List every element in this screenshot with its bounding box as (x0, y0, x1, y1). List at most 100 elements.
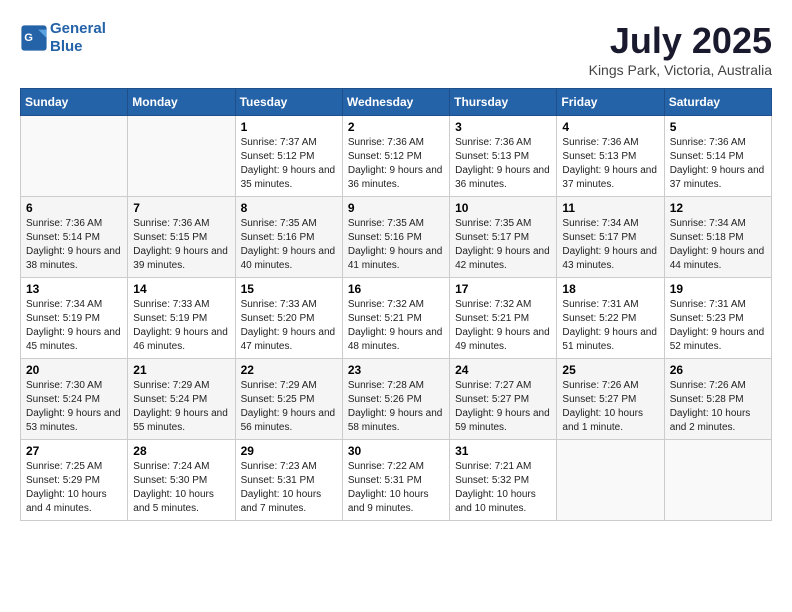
calendar-cell (21, 116, 128, 197)
day-number: 7 (133, 201, 229, 215)
day-number: 19 (670, 282, 766, 296)
day-number: 13 (26, 282, 122, 296)
logo: G General Blue (20, 20, 106, 56)
day-detail: Sunrise: 7:32 AMSunset: 5:21 PMDaylight:… (455, 298, 551, 354)
day-detail: Sunrise: 7:36 AMSunset: 5:12 PMDaylight:… (348, 136, 444, 192)
day-number: 4 (562, 120, 658, 134)
calendar-cell (557, 440, 664, 521)
day-number: 31 (455, 444, 551, 458)
day-number: 3 (455, 120, 551, 134)
day-detail: Sunrise: 7:35 AMSunset: 5:17 PMDaylight:… (455, 217, 551, 273)
calendar-table: SundayMondayTuesdayWednesdayThursdayFrid… (20, 88, 772, 521)
day-number: 11 (562, 201, 658, 215)
calendar-cell: 17 Sunrise: 7:32 AMSunset: 5:21 PMDayligh… (450, 278, 557, 359)
day-number: 15 (241, 282, 337, 296)
day-number: 16 (348, 282, 444, 296)
calendar-cell: 24 Sunrise: 7:27 AMSunset: 5:27 PMDayligh… (450, 359, 557, 440)
weekday-header-sunday: Sunday (21, 89, 128, 116)
location-subtitle: Kings Park, Victoria, Australia (589, 62, 772, 78)
day-detail: Sunrise: 7:30 AMSunset: 5:24 PMDaylight:… (26, 379, 122, 435)
calendar-week-2: 6 Sunrise: 7:36 AMSunset: 5:14 PMDaylight… (21, 197, 772, 278)
logo-text-general: General (50, 20, 106, 37)
day-detail: Sunrise: 7:26 AMSunset: 5:28 PMDaylight:… (670, 379, 766, 435)
day-number: 23 (348, 363, 444, 377)
day-detail: Sunrise: 7:23 AMSunset: 5:31 PMDaylight:… (241, 460, 337, 516)
day-number: 1 (241, 120, 337, 134)
day-detail: Sunrise: 7:22 AMSunset: 5:31 PMDaylight:… (348, 460, 444, 516)
day-detail: Sunrise: 7:34 AMSunset: 5:19 PMDaylight:… (26, 298, 122, 354)
calendar-cell: 26 Sunrise: 7:26 AMSunset: 5:28 PMDayligh… (664, 359, 771, 440)
calendar-cell: 5Sunrise: 7:36 AMSunset: 5:14 PMDaylight… (664, 116, 771, 197)
calendar-cell: 3Sunrise: 7:36 AMSunset: 5:13 PMDaylight… (450, 116, 557, 197)
calendar-cell: 7Sunrise: 7:36 AMSunset: 5:15 PMDaylight… (128, 197, 235, 278)
weekday-header-wednesday: Wednesday (342, 89, 449, 116)
calendar-cell: 20 Sunrise: 7:30 AMSunset: 5:24 PMDayligh… (21, 359, 128, 440)
day-number: 5 (670, 120, 766, 134)
day-detail: Sunrise: 7:33 AMSunset: 5:19 PMDaylight:… (133, 298, 229, 354)
calendar-cell: 22Sunrise: 7:29 AMSunset: 5:25 PMDayligh… (235, 359, 342, 440)
day-detail: Sunrise: 7:29 AMSunset: 5:24 PMDaylight:… (133, 379, 229, 435)
weekday-header-friday: Friday (557, 89, 664, 116)
day-number: 27 (26, 444, 122, 458)
day-number: 29 (241, 444, 337, 458)
calendar-cell: 27Sunrise: 7:25 AMSunset: 5:29 PMDayligh… (21, 440, 128, 521)
svg-text:G: G (24, 32, 33, 44)
day-detail: Sunrise: 7:36 AMSunset: 5:14 PMDaylight:… (26, 217, 122, 273)
day-number: 12 (670, 201, 766, 215)
day-number: 21 (133, 363, 229, 377)
calendar-cell: 30 Sunrise: 7:22 AMSunset: 5:31 PMDayligh… (342, 440, 449, 521)
weekday-header-monday: Monday (128, 89, 235, 116)
day-detail: Sunrise: 7:34 AMSunset: 5:18 PMDaylight:… (670, 217, 766, 273)
calendar-week-5: 27Sunrise: 7:25 AMSunset: 5:29 PMDayligh… (21, 440, 772, 521)
weekday-header-saturday: Saturday (664, 89, 771, 116)
weekday-header-row: SundayMondayTuesdayWednesdayThursdayFrid… (21, 89, 772, 116)
calendar-cell (664, 440, 771, 521)
month-title: July 2025 (589, 20, 772, 62)
day-detail: Sunrise: 7:31 AMSunset: 5:22 PMDaylight:… (562, 298, 658, 354)
day-number: 24 (455, 363, 551, 377)
day-number: 17 (455, 282, 551, 296)
page-header: G General Blue July 2025 Kings Park, Vic… (20, 20, 772, 78)
calendar-cell: 23Sunrise: 7:28 AMSunset: 5:26 PMDayligh… (342, 359, 449, 440)
day-number: 6 (26, 201, 122, 215)
calendar-cell: 18 Sunrise: 7:31 AMSunset: 5:22 PMDayligh… (557, 278, 664, 359)
day-detail: Sunrise: 7:31 AMSunset: 5:23 PMDaylight:… (670, 298, 766, 354)
day-detail: Sunrise: 7:37 AMSunset: 5:12 PMDaylight:… (241, 136, 337, 192)
calendar-body: 1 Sunrise: 7:37 AMSunset: 5:12 PMDaylight… (21, 116, 772, 521)
calendar-cell: 4 Sunrise: 7:36 AMSunset: 5:13 PMDaylight… (557, 116, 664, 197)
calendar-cell: 19 Sunrise: 7:31 AMSunset: 5:23 PMDayligh… (664, 278, 771, 359)
title-block: July 2025 Kings Park, Victoria, Australi… (589, 20, 772, 78)
day-number: 28 (133, 444, 229, 458)
calendar-cell (128, 116, 235, 197)
day-number: 8 (241, 201, 337, 215)
day-number: 9 (348, 201, 444, 215)
calendar-week-3: 13 Sunrise: 7:34 AMSunset: 5:19 PMDayligh… (21, 278, 772, 359)
day-number: 22 (241, 363, 337, 377)
calendar-cell: 11 Sunrise: 7:34 AMSunset: 5:17 PMDayligh… (557, 197, 664, 278)
day-detail: Sunrise: 7:21 AMSunset: 5:32 PMDaylight:… (455, 460, 551, 516)
day-detail: Sunrise: 7:33 AMSunset: 5:20 PMDaylight:… (241, 298, 337, 354)
weekday-header-tuesday: Tuesday (235, 89, 342, 116)
day-detail: Sunrise: 7:34 AMSunset: 5:17 PMDaylight:… (562, 217, 658, 273)
day-detail: Sunrise: 7:24 AMSunset: 5:30 PMDaylight:… (133, 460, 229, 516)
calendar-cell: 28 Sunrise: 7:24 AMSunset: 5:30 PMDayligh… (128, 440, 235, 521)
calendar-week-4: 20 Sunrise: 7:30 AMSunset: 5:24 PMDayligh… (21, 359, 772, 440)
calendar-cell: 1 Sunrise: 7:37 AMSunset: 5:12 PMDaylight… (235, 116, 342, 197)
calendar-cell: 13 Sunrise: 7:34 AMSunset: 5:19 PMDayligh… (21, 278, 128, 359)
day-number: 30 (348, 444, 444, 458)
calendar-cell: 21 Sunrise: 7:29 AMSunset: 5:24 PMDayligh… (128, 359, 235, 440)
day-number: 25 (562, 363, 658, 377)
day-detail: Sunrise: 7:32 AMSunset: 5:21 PMDaylight:… (348, 298, 444, 354)
calendar-cell: 9Sunrise: 7:35 AMSunset: 5:16 PMDaylight… (342, 197, 449, 278)
calendar-cell: 6 Sunrise: 7:36 AMSunset: 5:14 PMDaylight… (21, 197, 128, 278)
calendar-cell: 15 Sunrise: 7:33 AMSunset: 5:20 PMDayligh… (235, 278, 342, 359)
logo-text-blue: Blue (50, 38, 106, 56)
day-number: 18 (562, 282, 658, 296)
day-number: 10 (455, 201, 551, 215)
day-detail: Sunrise: 7:27 AMSunset: 5:27 PMDaylight:… (455, 379, 551, 435)
day-detail: Sunrise: 7:36 AMSunset: 5:13 PMDaylight:… (562, 136, 658, 192)
day-number: 26 (670, 363, 766, 377)
day-number: 20 (26, 363, 122, 377)
calendar-cell: 2Sunrise: 7:36 AMSunset: 5:12 PMDaylight… (342, 116, 449, 197)
day-number: 14 (133, 282, 229, 296)
